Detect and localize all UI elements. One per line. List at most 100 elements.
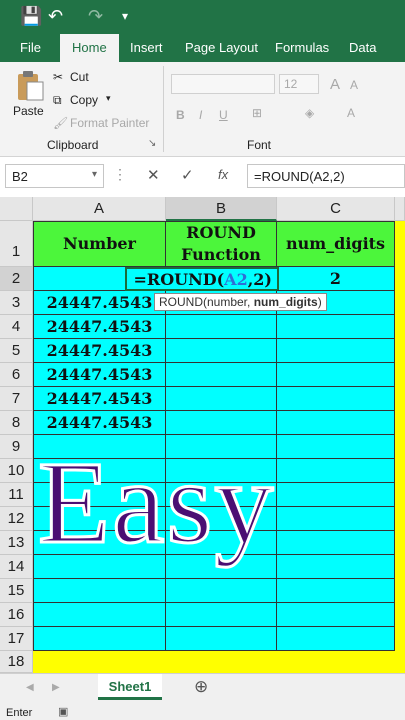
cell-c7[interactable]	[277, 387, 395, 411]
row-header-15[interactable]: 15	[0, 579, 33, 603]
cell-c6[interactable]	[277, 363, 395, 387]
formula-input[interactable]: =ROUND(A2,2)	[247, 164, 405, 188]
cell-b7[interactable]	[166, 387, 277, 411]
redo-icon[interactable]: ↷	[88, 5, 103, 27]
name-box[interactable]: B2 ▾	[5, 164, 104, 188]
row-header-8[interactable]: 8	[0, 411, 33, 435]
scroll-left-icon[interactable]: ◀	[26, 682, 34, 693]
cut-icon[interactable]: ✂	[53, 70, 63, 84]
cell-c1[interactable]: num_digits	[277, 221, 395, 267]
cut-button[interactable]: Cut	[70, 70, 89, 84]
tab-insert[interactable]: Insert	[130, 40, 163, 55]
tab-home[interactable]: Home	[60, 34, 119, 62]
cell-b16[interactable]	[166, 603, 277, 627]
copy-icon[interactable]: ⧉	[53, 93, 62, 108]
status-bar: Enter ▣	[0, 703, 405, 720]
italic-button[interactable]: I	[199, 108, 202, 122]
row-header-14[interactable]: 14	[0, 555, 33, 579]
column-header-d[interactable]	[395, 197, 405, 221]
cell-b4[interactable]	[166, 315, 277, 339]
clipboard-launcher-icon[interactable]: ↘	[148, 138, 156, 149]
font-size-box[interactable]: 12	[279, 74, 319, 94]
cell-b15[interactable]	[166, 579, 277, 603]
column-header-c[interactable]: C	[277, 197, 395, 221]
copy-dropdown-icon[interactable]: ▾	[106, 93, 111, 104]
row-header-11[interactable]: 11	[0, 483, 33, 507]
undo-icon[interactable]: ↶	[48, 5, 63, 27]
borders-icon[interactable]: ⊞	[252, 106, 262, 120]
cell-a4[interactable]: 24447.4543	[33, 315, 166, 339]
cell-b1[interactable]: ROUND Function	[166, 221, 277, 267]
customize-toolbar-icon[interactable]: ▾	[122, 5, 128, 27]
enter-icon[interactable]: ✓	[181, 166, 194, 184]
column-header-a[interactable]: A	[33, 197, 166, 221]
add-sheet-icon[interactable]: ⊕	[194, 677, 208, 697]
cell-a7[interactable]: 24447.4543	[33, 387, 166, 411]
tab-formulas[interactable]: Formulas	[275, 40, 329, 55]
cell-c15[interactable]	[277, 579, 395, 603]
row-header-4[interactable]: 4	[0, 315, 33, 339]
group-divider	[163, 66, 164, 152]
row-header-18[interactable]: 18	[0, 651, 33, 673]
row-header-3[interactable]: 3	[0, 291, 33, 315]
cell-a1[interactable]: Number	[33, 221, 166, 267]
cell-a17[interactable]	[33, 627, 166, 651]
underline-button[interactable]: U	[219, 108, 228, 122]
tab-page-layout[interactable]: Page Layout	[185, 40, 258, 55]
row-header-5[interactable]: 5	[0, 339, 33, 363]
increase-font-icon[interactable]: A	[330, 76, 340, 93]
tab-file[interactable]: File	[20, 40, 41, 55]
format-painter-button[interactable]: Format Painter	[70, 116, 149, 130]
tab-data[interactable]: Data	[349, 40, 376, 55]
format-painter-icon[interactable]: 🖌	[53, 116, 68, 130]
copy-button[interactable]: Copy	[70, 93, 98, 107]
row-header-9[interactable]: 9	[0, 435, 33, 459]
font-color-icon[interactable]: A	[347, 106, 355, 120]
row-header-16[interactable]: 16	[0, 603, 33, 627]
scroll-right-icon[interactable]: ▶	[52, 682, 60, 693]
bold-button[interactable]: B	[176, 108, 185, 122]
cell-c8[interactable]	[277, 411, 395, 435]
font-name-box[interactable]	[171, 74, 275, 94]
cell-b5[interactable]	[166, 339, 277, 363]
cell-b8[interactable]	[166, 411, 277, 435]
row-header-13[interactable]: 13	[0, 531, 33, 555]
decrease-font-icon[interactable]: A	[350, 78, 358, 92]
cell-a3[interactable]: 24447.4543	[33, 291, 166, 315]
cell-a16[interactable]	[33, 603, 166, 627]
row-header-17[interactable]: 17	[0, 627, 33, 651]
paste-button[interactable]: Paste	[10, 68, 50, 128]
row-header-10[interactable]: 10	[0, 459, 33, 483]
row-header-12[interactable]: 12	[0, 507, 33, 531]
cell-b6[interactable]	[166, 363, 277, 387]
highlight-column-d	[395, 221, 405, 673]
row-header-6[interactable]: 6	[0, 363, 33, 387]
macro-recording-icon[interactable]: ▣	[58, 705, 68, 718]
row-header-2[interactable]: 2	[0, 267, 33, 291]
cell-a6[interactable]: 24447.4543	[33, 363, 166, 387]
formula-reference: A2	[224, 269, 248, 289]
select-all-corner[interactable]	[0, 197, 33, 221]
cell-a15[interactable]	[33, 579, 166, 603]
row-header-1[interactable]: 1	[0, 221, 33, 267]
cancel-icon[interactable]: ✕	[147, 166, 160, 184]
cell-a5[interactable]: 24447.4543	[33, 339, 166, 363]
name-box-value: B2	[12, 169, 28, 184]
cell-a8[interactable]: 24447.4543	[33, 411, 166, 435]
insert-function-icon[interactable]: fx	[218, 167, 228, 182]
column-header-b[interactable]: B	[166, 197, 277, 221]
cell-c2[interactable]: 2	[277, 267, 395, 291]
cell-c4[interactable]	[277, 315, 395, 339]
cell-c5[interactable]	[277, 339, 395, 363]
save-icon[interactable]: 💾	[20, 5, 42, 27]
cell-c17[interactable]	[277, 627, 395, 651]
name-box-dropdown-icon[interactable]: ▾	[92, 169, 97, 180]
cell-b17[interactable]	[166, 627, 277, 651]
active-cell-editor[interactable]: =ROUND(A2,2)	[125, 267, 279, 291]
fill-color-icon[interactable]: ◈	[305, 106, 314, 120]
formula-text: =ROUND(A2,2)	[254, 169, 345, 184]
row-header-7[interactable]: 7	[0, 387, 33, 411]
sheet-tab-sheet1[interactable]: Sheet1	[98, 674, 162, 700]
cell-c16[interactable]	[277, 603, 395, 627]
font-size-value: 12	[284, 77, 298, 91]
